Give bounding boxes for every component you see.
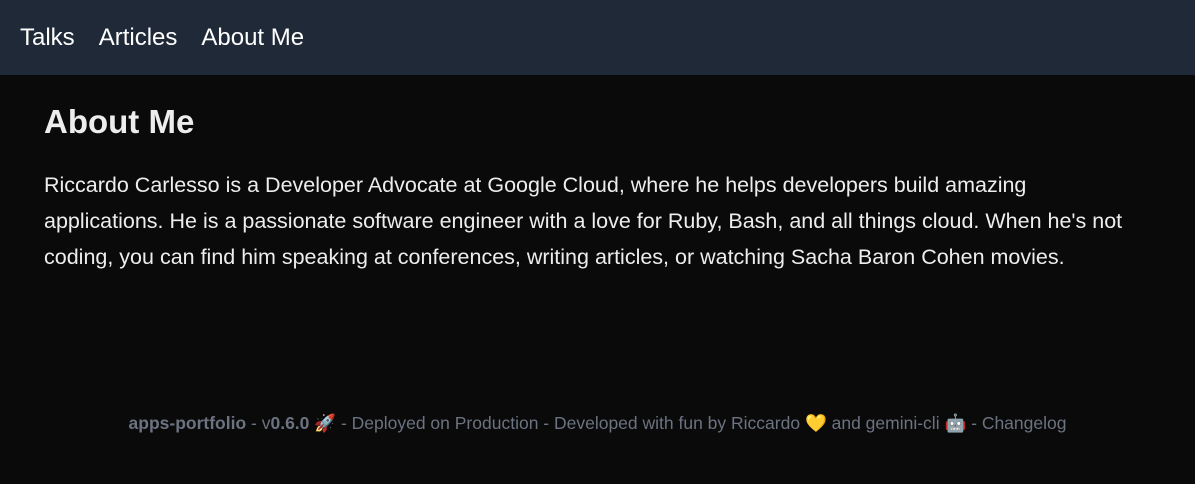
heart-icon: 💛: [804, 413, 827, 433]
changelog-link[interactable]: Changelog: [982, 413, 1067, 433]
nav-talks[interactable]: Talks: [20, 24, 75, 52]
footer-text: -: [966, 413, 982, 433]
main-content: About Me Riccardo Carlesso is a Develope…: [0, 103, 1195, 275]
bio-text: Riccardo Carlesso is a Developer Advocat…: [44, 173, 1123, 269]
footer-text: - v: [246, 413, 271, 433]
footer: apps-portfolio - v0.6.0 🚀 - Deployed on …: [0, 413, 1195, 434]
rocket-icon: 🚀: [314, 413, 337, 433]
page-title: About Me: [44, 103, 195, 140]
top-nav: Talks Articles About Me: [0, 0, 1195, 75]
footer-text: and gemini-cli: [826, 413, 945, 433]
nav-articles[interactable]: Articles: [99, 24, 178, 52]
version: 0.6.0: [270, 413, 310, 433]
app-name: apps-portfolio: [128, 413, 247, 433]
robot-icon: 🤖: [944, 413, 967, 433]
footer-text: - Deployed on Production - Developed wit…: [336, 413, 805, 433]
nav-about-me[interactable]: About Me: [201, 24, 304, 52]
